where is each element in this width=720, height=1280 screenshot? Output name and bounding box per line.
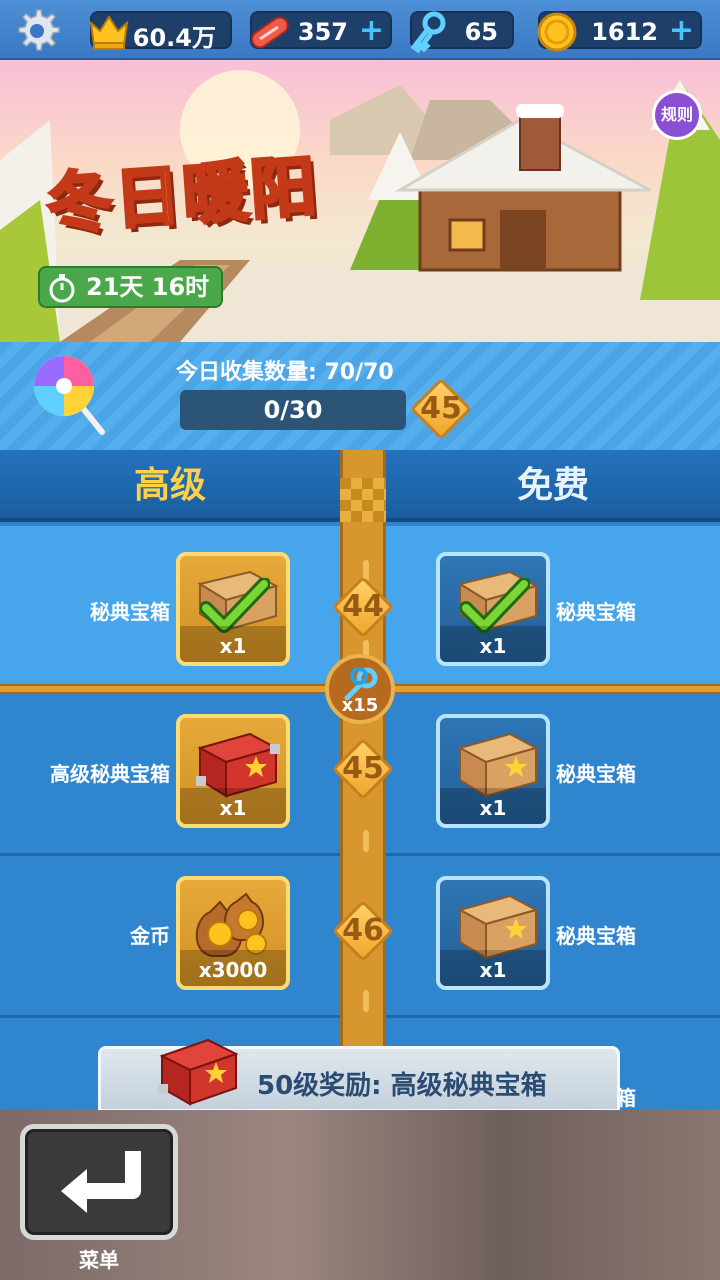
key-value: 65 xyxy=(464,18,498,46)
key-counter: 65 xyxy=(410,11,514,54)
level-badge-45: 45 xyxy=(331,737,395,801)
track-checker-pattern xyxy=(340,478,386,522)
free-item-name: 秘典宝箱 xyxy=(556,762,636,786)
menu-label: 菜单 xyxy=(79,1248,119,1272)
crown-icon xyxy=(89,15,129,50)
target-level-value: 45 xyxy=(420,391,462,426)
free-item-qty: x1 xyxy=(479,958,507,982)
premium-item-qty: x3000 xyxy=(198,958,268,982)
key-icon xyxy=(410,11,446,54)
premium-reward-slot[interactable]: x3000 xyxy=(176,876,290,990)
premium-item-name: 秘典宝箱 xyxy=(90,600,170,624)
premium-item-name: 金币 xyxy=(130,924,170,948)
rules-button[interactable]: 规则 xyxy=(652,90,702,140)
currency-bar: 60.4万 357 + 65 1612 + xyxy=(0,0,720,60)
level-50-reward-text: 50级奖励: 高级秘典宝箱 xyxy=(257,1071,547,1101)
free-column-header: 免费 xyxy=(386,450,720,522)
free-reward-slot[interactable]: x1 xyxy=(436,552,550,666)
coin-value: 1612 xyxy=(591,18,658,46)
add-tickets-button[interactable]: + xyxy=(359,16,384,46)
ticket-value: 357 xyxy=(297,18,348,46)
coin-counter: 1612 + xyxy=(537,11,702,52)
target-level-badge: 45 xyxy=(409,377,473,441)
event-title: 冬日暖阳 xyxy=(43,146,323,245)
free-reward-slot[interactable]: x1 xyxy=(436,876,550,990)
ticket-counter: 357 + xyxy=(250,11,392,49)
free-reward-slot[interactable]: x1 xyxy=(436,714,550,828)
premium-item-name: 高级秘典宝箱 xyxy=(50,762,170,786)
daily-collect-count: 今日收集数量: 70/70 xyxy=(176,360,394,385)
coin-icon xyxy=(537,12,577,52)
timer-text: 21天 16时 xyxy=(86,273,210,301)
free-item-qty: x1 xyxy=(479,796,507,820)
stopwatch-icon xyxy=(49,274,75,303)
collect-progress-text: 0/30 xyxy=(263,396,323,424)
menu-back-button[interactable] xyxy=(20,1124,178,1240)
key-reward-badge[interactable]: x15 xyxy=(325,654,395,724)
premium-reward-slot[interactable]: x1 xyxy=(176,714,290,828)
level-badge-44: 44 xyxy=(331,575,395,639)
add-coins-button[interactable]: + xyxy=(669,16,694,46)
free-item-qty: x1 xyxy=(479,634,507,658)
lollipop-icon xyxy=(34,356,105,435)
trophy-counter: 60.4万 xyxy=(89,11,232,52)
level-badge-46: 46 xyxy=(331,899,395,963)
premium-reward-slot[interactable]: x1 xyxy=(176,552,290,666)
event-timer: 21天 16时 xyxy=(38,266,224,308)
red-premium-chest-icon xyxy=(158,1038,239,1106)
premium-item-qty: x1 xyxy=(219,634,247,658)
return-arrow-icon xyxy=(61,1151,141,1213)
hoverboard-icon xyxy=(250,16,289,49)
settings-gear-icon[interactable] xyxy=(12,6,62,56)
trophy-value: 60.4万 xyxy=(132,24,216,52)
key-reward-qty: x15 xyxy=(341,695,379,716)
premium-item-qty: x1 xyxy=(219,796,247,820)
collect-progress-bar: 0/30 xyxy=(180,390,406,430)
premium-column-header: 高级 xyxy=(0,450,340,522)
free-item-name: 秘典宝箱 xyxy=(556,924,636,948)
free-item-name: 秘典宝箱 xyxy=(556,600,636,624)
